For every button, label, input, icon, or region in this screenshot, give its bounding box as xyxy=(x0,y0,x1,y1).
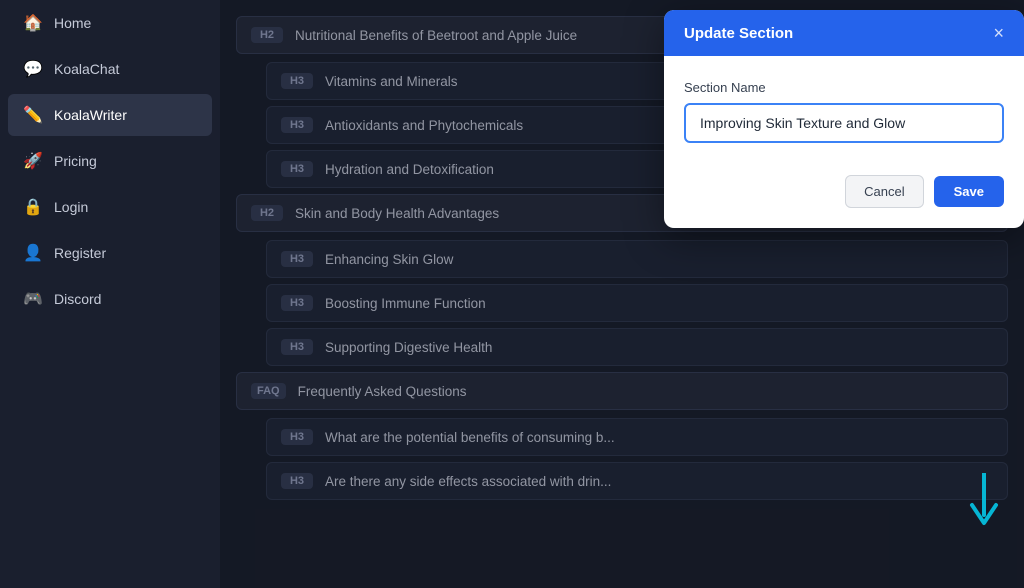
sidebar-item-koalachat[interactable]: 💬 KoalaChat xyxy=(8,48,212,90)
sidebar-item-discord[interactable]: 🎮 Discord xyxy=(8,278,212,320)
sidebar-item-register[interactable]: 👤 Register xyxy=(8,232,212,274)
modal-header: Update Section × xyxy=(664,10,1024,56)
arrow-indicator xyxy=(966,473,1002,533)
home-icon: 🏠 xyxy=(24,14,42,32)
sidebar-item-label: KoalaWriter xyxy=(54,107,127,123)
main-content: H2Nutritional Benefits of Beetroot and A… xyxy=(220,0,1024,588)
modal-body: Section Name xyxy=(664,56,1024,159)
sidebar-item-label: Login xyxy=(54,199,88,215)
sidebar-item-label: Discord xyxy=(54,291,101,307)
discord-icon: 🎮 xyxy=(24,290,42,308)
sidebar-item-home[interactable]: 🏠 Home xyxy=(8,2,212,44)
update-section-modal: Update Section × Section Name Cancel Sav… xyxy=(664,10,1024,228)
sidebar-item-label: Home xyxy=(54,15,91,31)
sidebar-item-pricing[interactable]: 🚀 Pricing xyxy=(8,140,212,182)
section-name-label: Section Name xyxy=(684,80,1004,95)
user-icon: 👤 xyxy=(24,244,42,262)
lock-icon: 🔒 xyxy=(24,198,42,216)
sidebar-item-label: Register xyxy=(54,245,106,261)
writer-icon: ✏️ xyxy=(24,106,42,124)
sidebar-item-label: KoalaChat xyxy=(54,61,119,77)
cancel-button[interactable]: Cancel xyxy=(845,175,923,208)
close-button[interactable]: × xyxy=(993,24,1004,42)
sidebar-item-koalawriter[interactable]: ✏️ KoalaWriter xyxy=(8,94,212,136)
chat-icon: 💬 xyxy=(24,60,42,78)
rocket-icon: 🚀 xyxy=(24,152,42,170)
sidebar-item-label: Pricing xyxy=(54,153,97,169)
arrow-down-icon xyxy=(966,473,1002,533)
modal-overlay: Update Section × Section Name Cancel Sav… xyxy=(220,0,1024,588)
sidebar-item-login[interactable]: 🔒 Login xyxy=(8,186,212,228)
save-button[interactable]: Save xyxy=(934,176,1004,207)
section-name-input[interactable] xyxy=(684,103,1004,143)
modal-title: Update Section xyxy=(684,25,793,42)
modal-footer: Cancel Save xyxy=(664,159,1024,228)
sidebar: 🏠 Home 💬 KoalaChat ✏️ KoalaWriter 🚀 Pric… xyxy=(0,0,220,588)
